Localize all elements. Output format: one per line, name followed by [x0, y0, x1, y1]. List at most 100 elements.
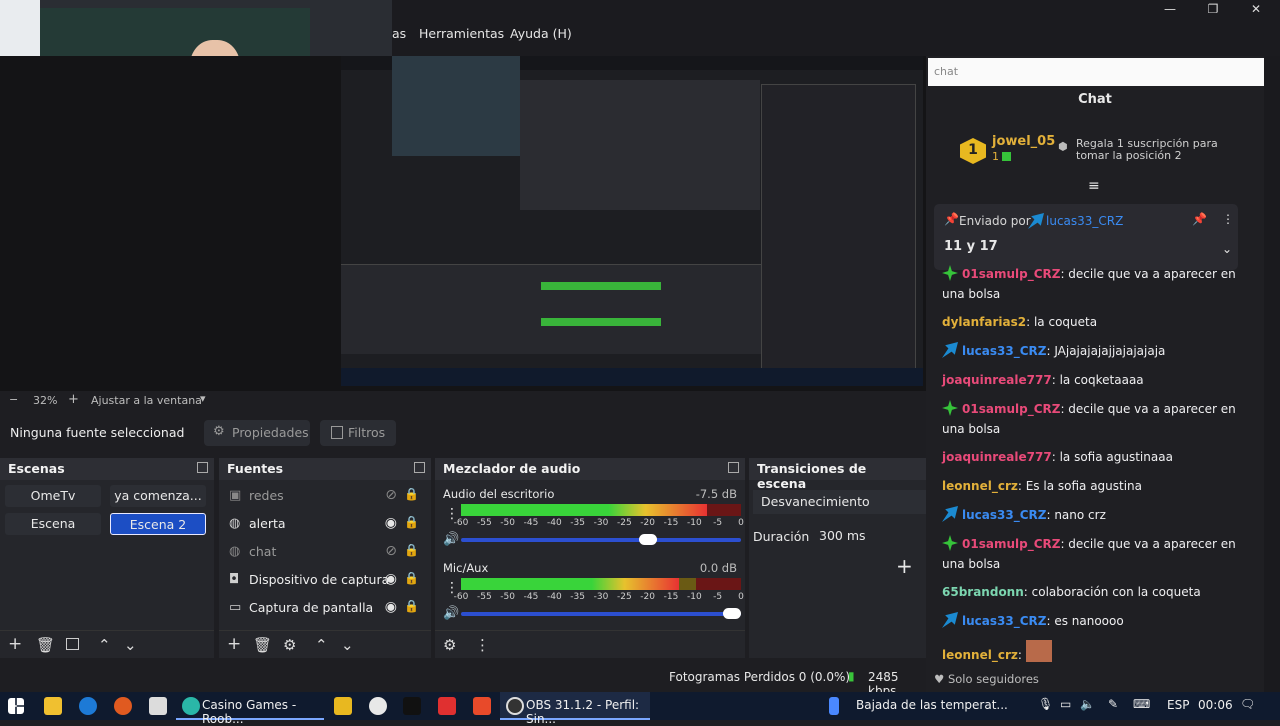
eye-icon[interactable]: ◉: [385, 515, 397, 531]
chat-username[interactable]: leonnel_crz: [942, 648, 1018, 662]
language-indicator[interactable]: ESP: [1167, 698, 1189, 712]
scene-item-ya-comenza[interactable]: ya comenza...: [110, 485, 206, 507]
channel-label: Audio del escritorio: [443, 487, 555, 501]
keyboard-icon[interactable]: ⌨: [1133, 697, 1150, 711]
news-ticker[interactable]: Bajada de las temperat...: [856, 698, 1008, 712]
gear-icon[interactable]: ⚙: [283, 636, 296, 654]
mic-icon[interactable]: 🎙: [1038, 697, 1053, 711]
lock-icon[interactable]: 🔒: [404, 571, 419, 585]
scene-item-escena-2[interactable]: Escena 2: [110, 513, 206, 535]
chat-message: lucas33_CRZ: nano crz: [942, 505, 1242, 525]
speaker-icon[interactable]: 🔊: [443, 606, 459, 621]
zoom-in-button[interactable]: +: [68, 392, 79, 407]
eye-hidden-icon[interactable]: ⊘: [385, 487, 397, 503]
source-item-chat[interactable]: ◍ chat ⊘ 🔒: [225, 540, 425, 566]
scene-item-escena[interactable]: Escena: [5, 513, 101, 535]
lock-icon[interactable]: 🔒: [404, 487, 419, 501]
chat-username[interactable]: 01samulp_CRZ: [962, 537, 1060, 551]
chrome-icon[interactable]: [79, 697, 97, 715]
source-item-alerta[interactable]: ◍ alerta ◉ 🔒: [225, 512, 425, 538]
advanced-audio-icon[interactable]: ⚙: [443, 636, 456, 654]
minimize-button[interactable]: —: [1155, 2, 1185, 20]
slider-handle[interactable]: [639, 534, 657, 545]
scrollbar[interactable]: [1264, 56, 1280, 692]
slider-handle[interactable]: [723, 608, 741, 619]
google-icon[interactable]: [369, 697, 387, 715]
transition-select[interactable]: Desvanecimiento: [753, 490, 926, 514]
undock-icon[interactable]: [728, 462, 739, 473]
chat-username[interactable]: lucas33_CRZ: [962, 508, 1046, 522]
eye-icon[interactable]: ◉: [385, 571, 397, 587]
eye-hidden-icon[interactable]: ⊘: [385, 543, 397, 559]
duration-input[interactable]: 300 ms: [811, 524, 926, 548]
chat-username[interactable]: joaquinreale777: [942, 450, 1052, 464]
chat-search-input[interactable]: chat: [928, 58, 1264, 86]
kebab-menu-icon[interactable]: ⋮: [475, 636, 490, 654]
add-transition-button[interactable]: +: [896, 554, 913, 578]
speaker-icon[interactable]: 🔊: [443, 532, 459, 547]
notification-icon[interactable]: 🗨: [1240, 697, 1255, 711]
source-item-redes[interactable]: ▣ redes ⊘ 🔒: [225, 484, 425, 510]
move-down-icon[interactable]: ⌄: [124, 636, 137, 654]
kebab-menu-icon[interactable]: ⋮: [1222, 212, 1234, 226]
menu-tools[interactable]: Herramientas: [419, 26, 504, 41]
clock[interactable]: 00:06: [1198, 698, 1233, 712]
lock-icon[interactable]: 🔒: [404, 599, 419, 613]
scene-item-ometv[interactable]: OmeTv: [5, 485, 101, 507]
chat-username[interactable]: 01samulp_CRZ: [962, 402, 1060, 416]
scene-filters-icon[interactable]: [66, 638, 79, 650]
taskbar-app-obs[interactable]: OBS 31.1.2 - Perfil: Sin...: [500, 692, 650, 726]
volume-icon[interactable]: 🔈: [1080, 697, 1095, 711]
chat-username[interactable]: 01samulp_CRZ: [962, 267, 1060, 281]
source-item-dispositivo[interactable]: ◘ Dispositivo de captura ◉ 🔒: [225, 568, 425, 594]
volume-slider[interactable]: [461, 608, 741, 619]
chat-username[interactable]: lucas33_CRZ: [962, 614, 1046, 628]
maximize-button[interactable]: ❐: [1198, 2, 1228, 20]
add-source-button[interactable]: +: [227, 634, 241, 654]
chat-username[interactable]: leonnel_crz: [942, 479, 1018, 493]
properties-button[interactable]: ⚙ Propiedades: [204, 420, 310, 446]
move-down-icon[interactable]: ⌄: [341, 636, 354, 654]
red-app-icon[interactable]: [438, 697, 456, 715]
lock-icon[interactable]: 🔒: [404, 515, 419, 529]
tiktok-icon[interactable]: [403, 697, 421, 715]
unpin-icon[interactable]: 📌: [1192, 212, 1207, 226]
chat-username[interactable]: lucas33_CRZ: [962, 344, 1046, 358]
menu-item-partial[interactable]: as: [392, 26, 406, 41]
pinned-user[interactable]: lucas33_CRZ: [1046, 214, 1123, 228]
filters-button[interactable]: Filtros: [320, 420, 396, 446]
firefox-icon[interactable]: [114, 697, 132, 715]
chat-username[interactable]: dylanfarias2: [942, 315, 1026, 329]
taskbar-app-casino[interactable]: Casino Games - Roob...: [176, 692, 324, 726]
network-icon[interactable]: ▭: [1060, 697, 1071, 711]
brave-icon[interactable]: [473, 697, 491, 715]
trash-icon[interactable]: 🗑: [36, 636, 55, 654]
volume-slider[interactable]: [461, 534, 741, 545]
undock-icon[interactable]: [197, 462, 208, 473]
close-button[interactable]: ✕: [1241, 2, 1271, 20]
start-icon[interactable]: [8, 698, 24, 714]
chat-username[interactable]: joaquinreale777: [942, 373, 1052, 387]
move-up-icon[interactable]: ⌃: [315, 636, 328, 654]
chat-username[interactable]: 65brandonn: [942, 585, 1024, 599]
channel-db: -7.5 dB: [695, 487, 737, 501]
chevron-down-icon[interactable]: ⌄: [1222, 242, 1232, 256]
trash-icon[interactable]: 🗑: [253, 636, 272, 654]
move-up-icon[interactable]: ⌃: [98, 636, 111, 654]
collapse-icon[interactable]: ≡: [1088, 178, 1100, 194]
eye-icon[interactable]: ◉: [385, 599, 397, 615]
folder-icon[interactable]: [334, 697, 352, 715]
pen-icon[interactable]: ✎: [1108, 697, 1118, 711]
mail-icon[interactable]: [149, 697, 167, 715]
store-icon[interactable]: [44, 697, 62, 715]
zoom-out-button[interactable]: −: [9, 393, 18, 406]
gift-user[interactable]: jowel_05: [992, 134, 1055, 149]
source-item-captura[interactable]: ▭ Captura de pantalla ◉ 🔒: [225, 596, 425, 622]
menu-help[interactable]: Ayuda (H): [510, 26, 572, 41]
meter-tick: -35: [570, 518, 586, 528]
undock-icon[interactable]: [414, 462, 425, 473]
monitor-icon: ▭: [229, 600, 242, 615]
lock-icon[interactable]: 🔒: [404, 543, 419, 557]
add-scene-button[interactable]: +: [8, 634, 22, 654]
chevron-down-icon[interactable]: ▾: [200, 392, 206, 405]
